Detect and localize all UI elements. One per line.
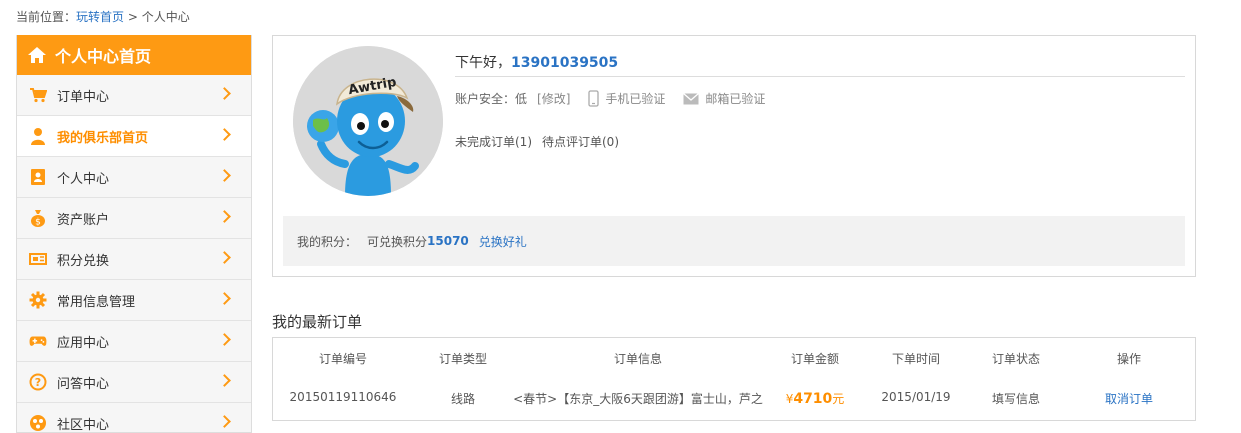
mobile-phone-icon <box>588 90 600 107</box>
column-header: 订单状态 <box>991 352 1040 366</box>
chevron-right-icon <box>218 87 231 100</box>
sidebar-item-label: 应用中心 <box>57 335 110 351</box>
column-header: 订单金额 <box>790 352 839 366</box>
home-icon <box>27 45 47 65</box>
sidebar-item-qa[interactable]: ? 问答中心 <box>17 362 251 403</box>
avatar[interactable]: Awtrip <box>293 46 443 196</box>
chevron-right-icon <box>218 169 231 182</box>
svg-text:$: $ <box>35 218 41 228</box>
chevron-right-icon <box>218 415 231 428</box>
cancel-order-link[interactable]: 取消订单 <box>1089 390 1169 407</box>
sidebar-header-label: 个人中心首页 <box>55 47 152 66</box>
divider <box>455 76 1185 77</box>
order-amount: ¥4710元 <box>765 390 865 407</box>
orders-table: 订单编号 订单类型 订单信息 订单金额 下单时间 订单状态 操作 2015011… <box>272 337 1196 421</box>
column-header: 订单编号 <box>318 352 367 366</box>
modify-security-link[interactable]: [修改] <box>537 90 570 107</box>
redeemable-label: 可兑换积分 <box>367 234 428 249</box>
order-info[interactable]: <春节>【东京_大阪6天跟团游】富士山，芦之 <box>498 390 778 407</box>
breadcrumb-separator: > <box>124 10 142 24</box>
chevron-right-icon <box>218 210 231 223</box>
gear-icon <box>29 291 47 309</box>
user-phone: 13901039505 <box>511 55 619 71</box>
svg-text:?: ? <box>35 376 41 389</box>
unfinished-orders-link[interactable]: 未完成订单(1) <box>455 135 532 149</box>
question-icon: ? <box>29 373 47 391</box>
sidebar-item-label: 积分兑换 <box>57 253 110 269</box>
gamepad-icon <box>29 332 47 350</box>
profile-panel: Awtrip 下午好，13901039505 账户安全： 低 [修改] 手机已验… <box>272 35 1196 277</box>
person-icon <box>29 127 47 145</box>
sidebar-item-label: 个人中心 <box>57 171 110 187</box>
sidebar-item-label: 常用信息管理 <box>57 294 136 310</box>
breadcrumb-home-link[interactable]: 玩转首页 <box>76 10 124 24</box>
sidebar-item-club-home[interactable]: 我的俱乐部首页 <box>17 116 251 157</box>
column-header: 下单时间 <box>891 352 940 366</box>
column-header: 订单类型 <box>438 352 487 366</box>
sidebar: 个人中心首页 订单中心 我的俱乐部首页 个人中心 $ 资产账户 积分兑换 常用信… <box>16 35 252 433</box>
points-bar: 我的积分： 可兑换积分 15070 兑换好礼 <box>283 216 1185 266</box>
column-header: 订单信息 <box>613 352 662 366</box>
chevron-right-icon <box>218 251 231 264</box>
order-date: 2015/01/19 <box>881 390 951 404</box>
greeting-text: 下午好， <box>455 55 511 71</box>
account-security: 账户安全： 低 [修改] 手机已验证 邮箱已验证 <box>455 90 783 107</box>
money-bag-icon: $ <box>29 209 47 227</box>
sidebar-item-common-info[interactable]: 常用信息管理 <box>17 280 251 321</box>
ticket-icon <box>29 250 47 268</box>
phone-verified-status[interactable]: 手机已验证 <box>605 90 665 107</box>
sidebar-item-assets[interactable]: $ 资产账户 <box>17 198 251 239</box>
sidebar-item-label: 资产账户 <box>57 212 110 228</box>
greeting: 下午好，13901039505 <box>455 52 618 72</box>
security-level: 低 <box>515 92 528 106</box>
contact-card-icon <box>29 168 47 186</box>
column-header: 操作 <box>1116 352 1141 366</box>
chevron-right-icon <box>218 128 231 141</box>
sidebar-item-community[interactable]: 社区中心 <box>17 403 251 433</box>
points-label: 我的积分： <box>297 234 358 249</box>
sidebar-header[interactable]: 个人中心首页 <box>17 35 251 75</box>
order-status: 填写信息 <box>991 392 1040 406</box>
community-icon <box>29 414 47 432</box>
sidebar-item-label: 社区中心 <box>57 417 110 433</box>
table-header-row: 订单编号 订单类型 订单信息 订单金额 下单时间 订单状态 操作 <box>273 350 1195 370</box>
sidebar-item-points-exchange[interactable]: 积分兑换 <box>17 239 251 280</box>
breadcrumb-prefix: 当前位置： <box>16 10 77 24</box>
sidebar-item-apps[interactable]: 应用中心 <box>17 321 251 362</box>
breadcrumb-current: 个人中心 <box>141 10 190 24</box>
breadcrumb: 当前位置：玩转首页 > 个人中心 <box>16 8 190 25</box>
redeem-gift-link[interactable]: 兑换好礼 <box>479 233 527 250</box>
cart-icon <box>29 86 47 104</box>
chevron-right-icon <box>218 333 231 346</box>
sidebar-item-label: 订单中心 <box>57 89 110 105</box>
email-verified-status[interactable]: 邮箱已验证 <box>705 90 765 107</box>
sidebar-item-label: 问答中心 <box>57 376 110 392</box>
points-value: 15070 <box>427 234 469 248</box>
order-type: 线路 <box>450 392 475 406</box>
latest-orders-title: 我的最新订单 <box>272 313 363 331</box>
sidebar-item-label: 我的俱乐部首页 <box>57 130 149 146</box>
amount-unit: 元 <box>832 392 845 406</box>
table-row: 20150119110646 线路 <春节>【东京_大阪6天跟团游】富士山，芦之… <box>273 390 1195 410</box>
order-id: 20150119110646 <box>289 390 397 404</box>
chevron-right-icon <box>218 292 231 305</box>
sidebar-item-orders[interactable]: 订单中心 <box>17 75 251 116</box>
amount-value: 4710 <box>793 391 833 407</box>
security-label: 账户安全： <box>455 92 516 106</box>
envelope-icon <box>683 92 700 105</box>
chevron-right-icon <box>218 374 231 387</box>
sidebar-item-personal-center[interactable]: 个人中心 <box>17 157 251 198</box>
order-summary: 未完成订单(1) 待点评订单(0) <box>455 133 629 150</box>
pending-review-link[interactable]: 待点评订单(0) <box>542 135 619 149</box>
